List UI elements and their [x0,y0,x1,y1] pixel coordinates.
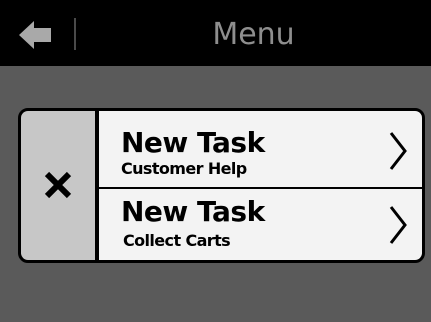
task-menu-panel: New Task Customer Help New Task Collect … [18,108,425,263]
task-title: New Task [121,126,265,159]
close-button[interactable] [21,111,97,260]
chevron-right-icon [389,132,407,170]
task-item-customer-help[interactable]: New Task Customer Help [99,111,422,187]
chevron-right-icon [389,206,407,244]
task-item-collect-carts[interactable]: New Task Collect Carts [99,189,422,260]
page-title: Menu [212,17,295,52]
task-title: New Task [121,195,265,228]
header-bar: Menu [0,0,431,66]
task-subtitle: Customer Help [121,159,247,178]
arrow-left-icon [19,21,51,49]
close-icon [44,171,72,199]
task-subtitle: Collect Carts [123,231,231,250]
header-divider [74,18,76,50]
back-button[interactable] [18,20,52,50]
